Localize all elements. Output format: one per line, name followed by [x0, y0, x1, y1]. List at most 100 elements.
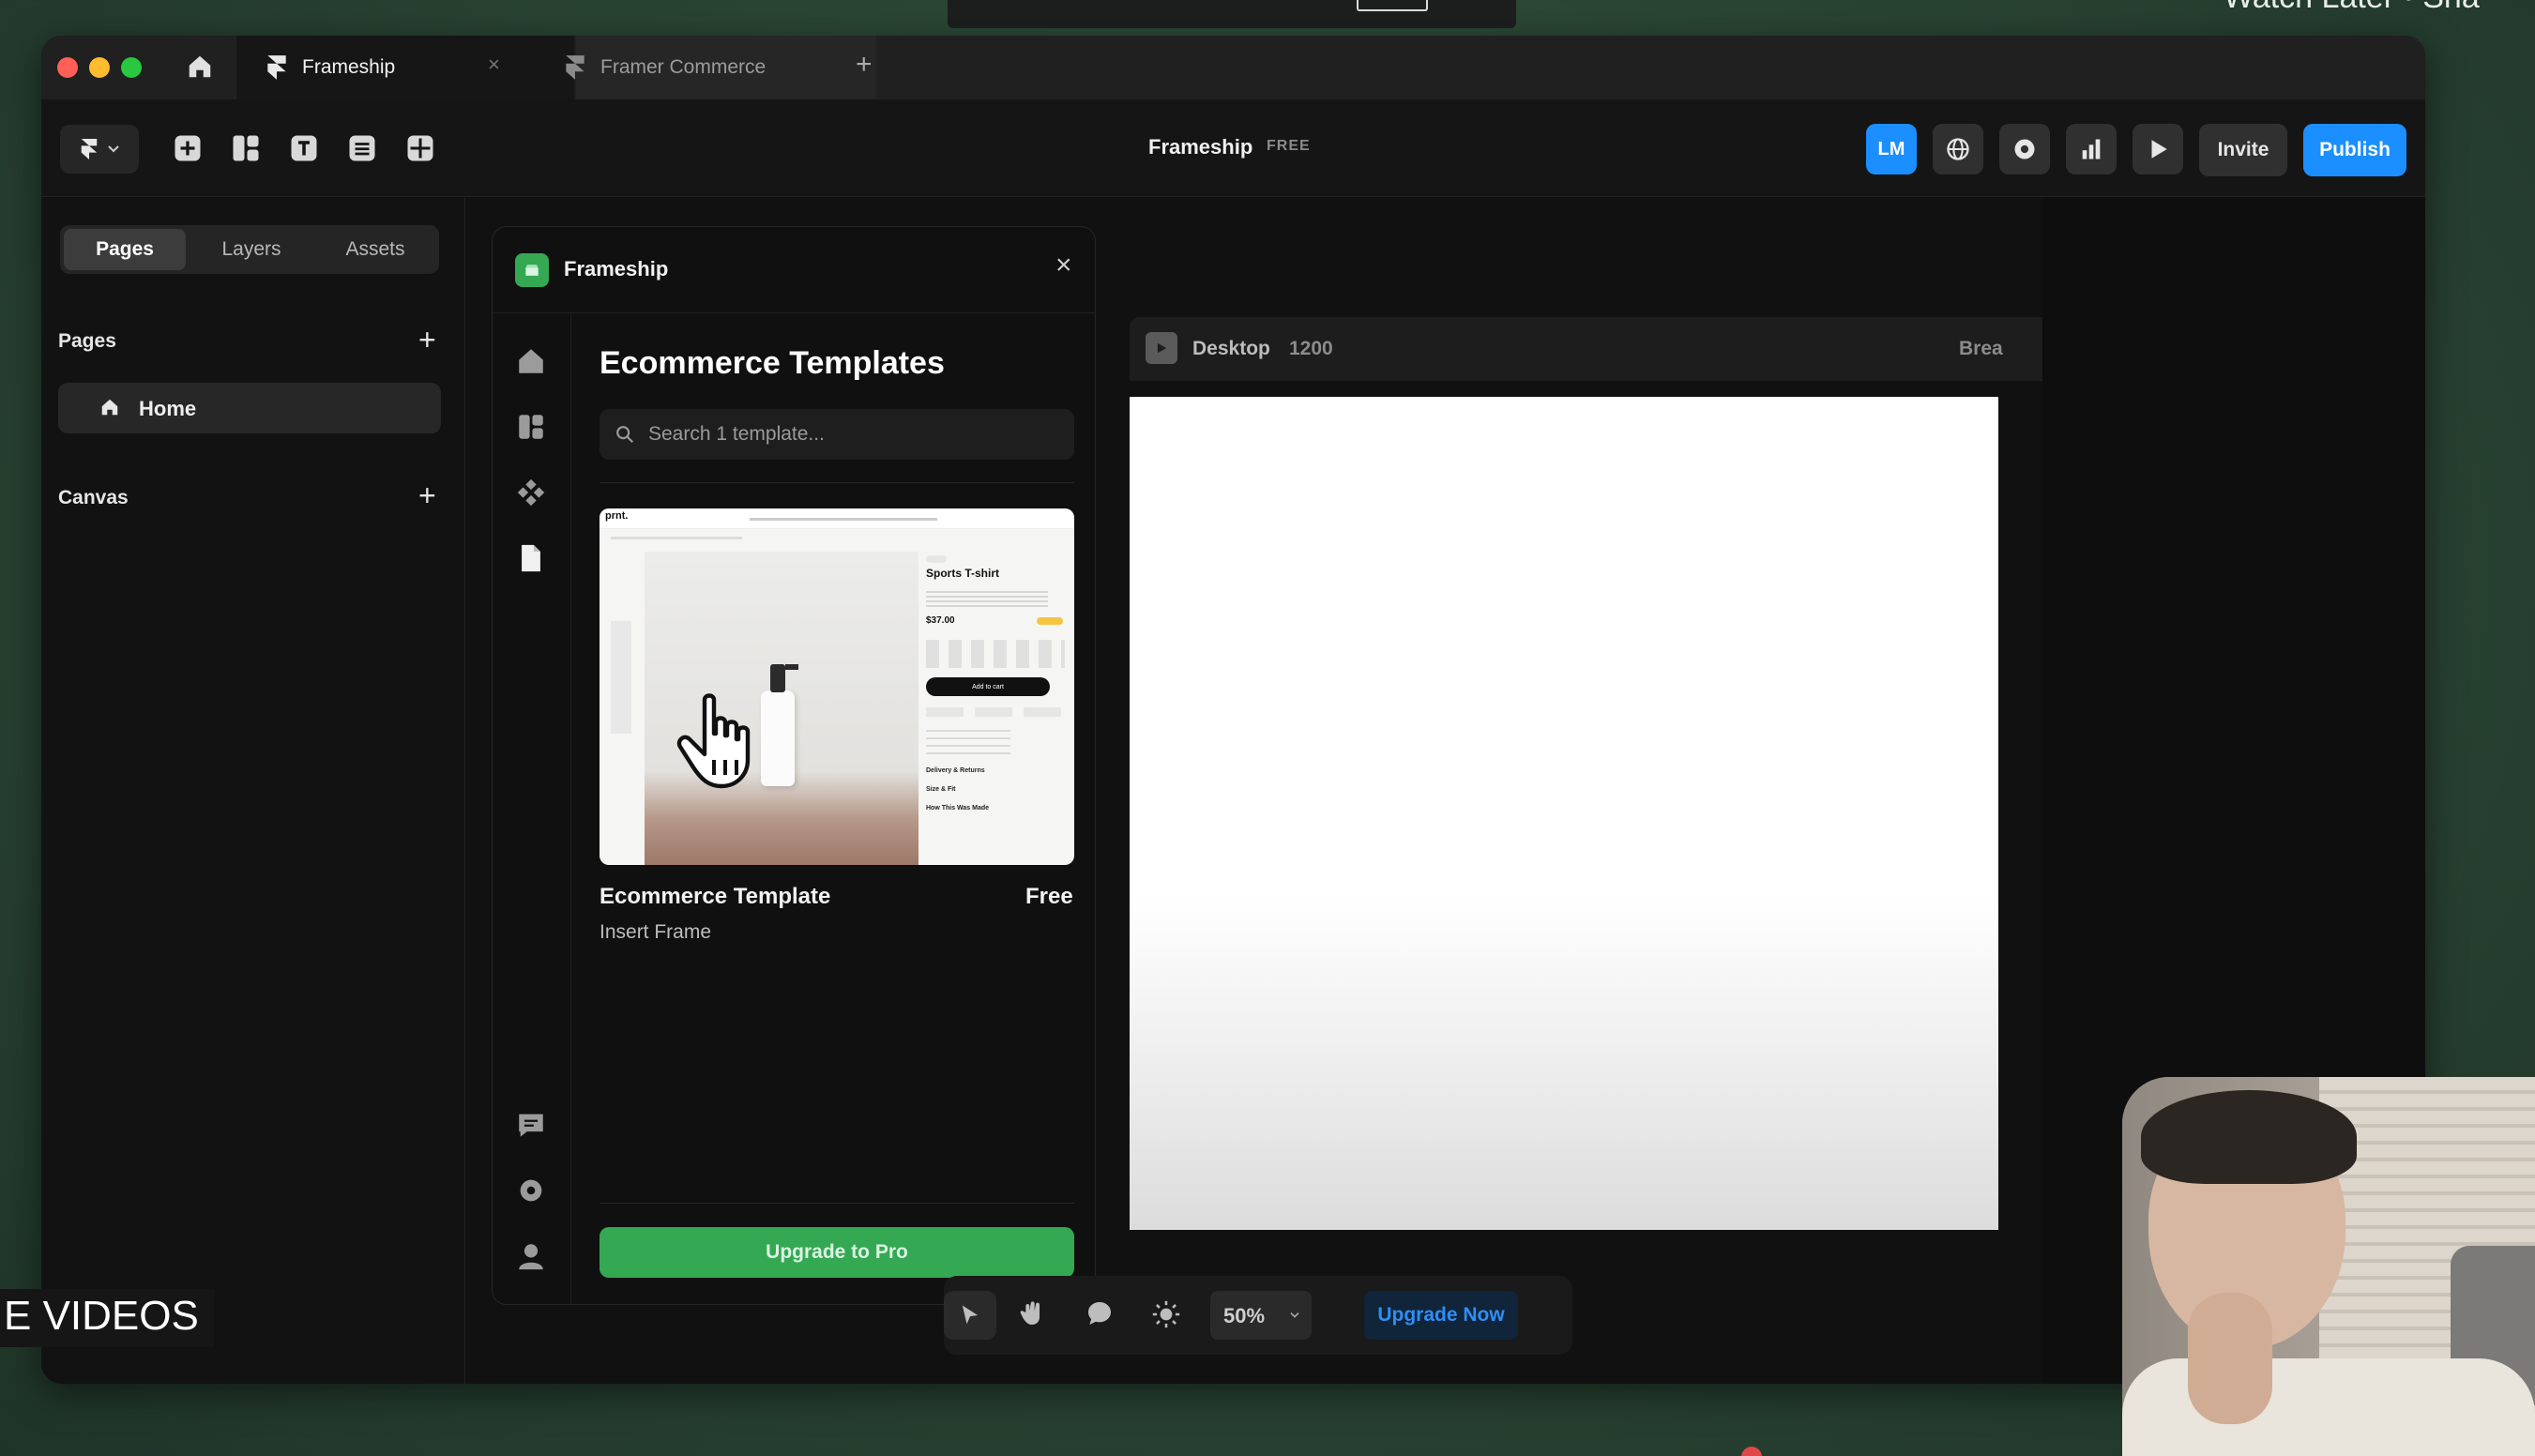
plugin-settings-icon[interactable] — [515, 1175, 547, 1206]
template-search-input[interactable]: Search 1 template... — [600, 409, 1074, 460]
divider — [600, 1203, 1074, 1204]
hand-pointer-icon — [675, 692, 765, 790]
text-icon[interactable] — [287, 131, 321, 165]
preview-thumbnails — [611, 621, 631, 734]
comment-tool-icon[interactable] — [1085, 1298, 1115, 1328]
upgrade-now-button[interactable]: Upgrade Now — [1364, 1291, 1518, 1340]
plugin-heading: Ecommerce Templates — [600, 345, 945, 381]
record-indicator — [1741, 1447, 1762, 1456]
site-settings-button[interactable] — [1933, 124, 1983, 174]
frameship-logo-icon — [515, 253, 549, 287]
framer-logo-icon — [81, 139, 98, 159]
insert-icon[interactable] — [171, 131, 205, 165]
video-overlay-text: Watch Later · Sha — [2224, 0, 2480, 16]
tab-layers[interactable]: Layers — [190, 229, 313, 270]
plugin-nav — [493, 313, 571, 1304]
webcam-video — [2122, 1077, 2535, 1456]
preview-frame-button[interactable] — [1146, 332, 1177, 364]
sidebar-item-label: Home — [139, 397, 197, 420]
theme-toggle-icon[interactable] — [1150, 1298, 1182, 1330]
desktop-frame[interactable] — [1130, 397, 1998, 1230]
add-canvas-button[interactable]: + — [418, 480, 436, 510]
plugin-pages-icon[interactable] — [515, 542, 547, 574]
add-page-button[interactable]: + — [418, 325, 436, 355]
bottle-nozzle — [785, 664, 798, 670]
tab-close-icon[interactable]: × — [488, 53, 500, 77]
user-avatar[interactable]: LM — [1866, 124, 1917, 174]
invite-button[interactable]: Invite — [2199, 124, 2287, 176]
template-title: Ecommerce Template — [600, 884, 831, 909]
bottle-shape — [761, 690, 795, 786]
close-window-button[interactable] — [57, 57, 78, 78]
components-icon[interactable] — [403, 131, 437, 165]
publish-button[interactable]: Publish — [2303, 124, 2406, 176]
home-tab-icon[interactable] — [186, 53, 214, 81]
preview-add-to-cart: Add to cart — [926, 677, 1050, 696]
frameship-plugin-panel: Frameship × Ecommerce Templates Search 1… — [492, 226, 1096, 1305]
tab-label: Framer Commerce — [600, 56, 767, 78]
plugin-components-icon[interactable] — [515, 477, 547, 508]
framer-logo-icon — [265, 54, 289, 81]
preview-product-name: Sports T-shirt — [926, 567, 1000, 580]
hand-tool-icon[interactable] — [1017, 1298, 1047, 1328]
play-icon — [2151, 140, 2167, 159]
chevron-down-icon — [108, 145, 119, 153]
preview-size-options — [926, 640, 1065, 668]
globe-icon — [1947, 138, 1969, 160]
account-icon[interactable] — [515, 1240, 547, 1272]
preview-features — [926, 730, 1010, 754]
preview-brand: prnt. — [605, 510, 629, 522]
tab-label: Frameship — [302, 56, 396, 78]
new-tab-button[interactable]: + — [856, 49, 873, 81]
preview-details: Sports T-shirt $37.00 Add to cart Delive… — [926, 555, 1067, 856]
person-hair — [2141, 1090, 2357, 1184]
analytics-button[interactable] — [2066, 124, 2117, 174]
add-breakpoint-label[interactable]: Brea — [1959, 338, 2003, 360]
zoom-value: 50% — [1223, 1304, 1266, 1327]
cms-database-icon[interactable] — [345, 131, 379, 165]
template-preview-image[interactable]: prnt. Sports T-shirt $37.00 Add to cart … — [600, 508, 1074, 865]
framer-logo-icon — [563, 54, 587, 81]
fullscreen-icon[interactable] — [1357, 0, 1428, 11]
video-player-top-bar — [948, 0, 1516, 28]
cursor-icon — [962, 1305, 979, 1325]
plugin-title: Frameship — [564, 257, 669, 281]
preview-sale-badge — [1037, 617, 1063, 625]
divider — [600, 482, 1074, 483]
framer-menu-button[interactable] — [60, 125, 139, 174]
preview-pay-options — [926, 707, 1065, 717]
preview-description — [926, 591, 1048, 608]
settings-button[interactable] — [1999, 124, 2050, 174]
tab-assets[interactable]: Assets — [315, 229, 435, 270]
breakpoint-label: Desktop — [1192, 338, 1270, 359]
plugin-home-icon[interactable] — [515, 345, 547, 377]
zoom-select[interactable]: 50% — [1210, 1291, 1312, 1340]
video-caption: E VIDEOS — [0, 1289, 214, 1347]
minimize-window-button[interactable] — [89, 57, 110, 78]
plugin-templates-icon[interactable] — [515, 411, 547, 443]
play-icon — [1157, 342, 1167, 354]
left-sidebar — [41, 198, 465, 1384]
preview-tag — [926, 555, 947, 563]
search-placeholder: Search 1 template... — [648, 423, 825, 445]
preview-accordion-1: Delivery & Returns — [926, 767, 985, 774]
breakpoint-width: 1200 — [1289, 338, 1333, 359]
upgrade-to-pro-button[interactable]: Upgrade to Pro — [600, 1227, 1074, 1278]
plan-badge: FREE — [1267, 138, 1311, 154]
chat-icon[interactable] — [515, 1109, 547, 1141]
person-shirt — [2122, 1358, 2535, 1456]
tab-pages[interactable]: Pages — [64, 229, 186, 270]
search-icon — [616, 426, 634, 444]
preview-button[interactable] — [2133, 124, 2183, 174]
bottle-pump — [770, 664, 785, 692]
insert-frame-link[interactable]: Insert Frame — [600, 921, 711, 944]
app-window: Frameship × Framer Commerce + Frameship … — [41, 36, 2425, 1384]
template-price: Free — [1025, 884, 1073, 909]
layout-icon[interactable] — [229, 131, 263, 165]
home-icon — [99, 397, 120, 417]
project-name[interactable]: Frameship — [1148, 135, 1252, 159]
gear-icon — [2014, 139, 2035, 159]
select-tool-button[interactable] — [944, 1291, 996, 1340]
maximize-window-button[interactable] — [121, 57, 142, 78]
close-plugin-button[interactable]: × — [1055, 250, 1072, 281]
